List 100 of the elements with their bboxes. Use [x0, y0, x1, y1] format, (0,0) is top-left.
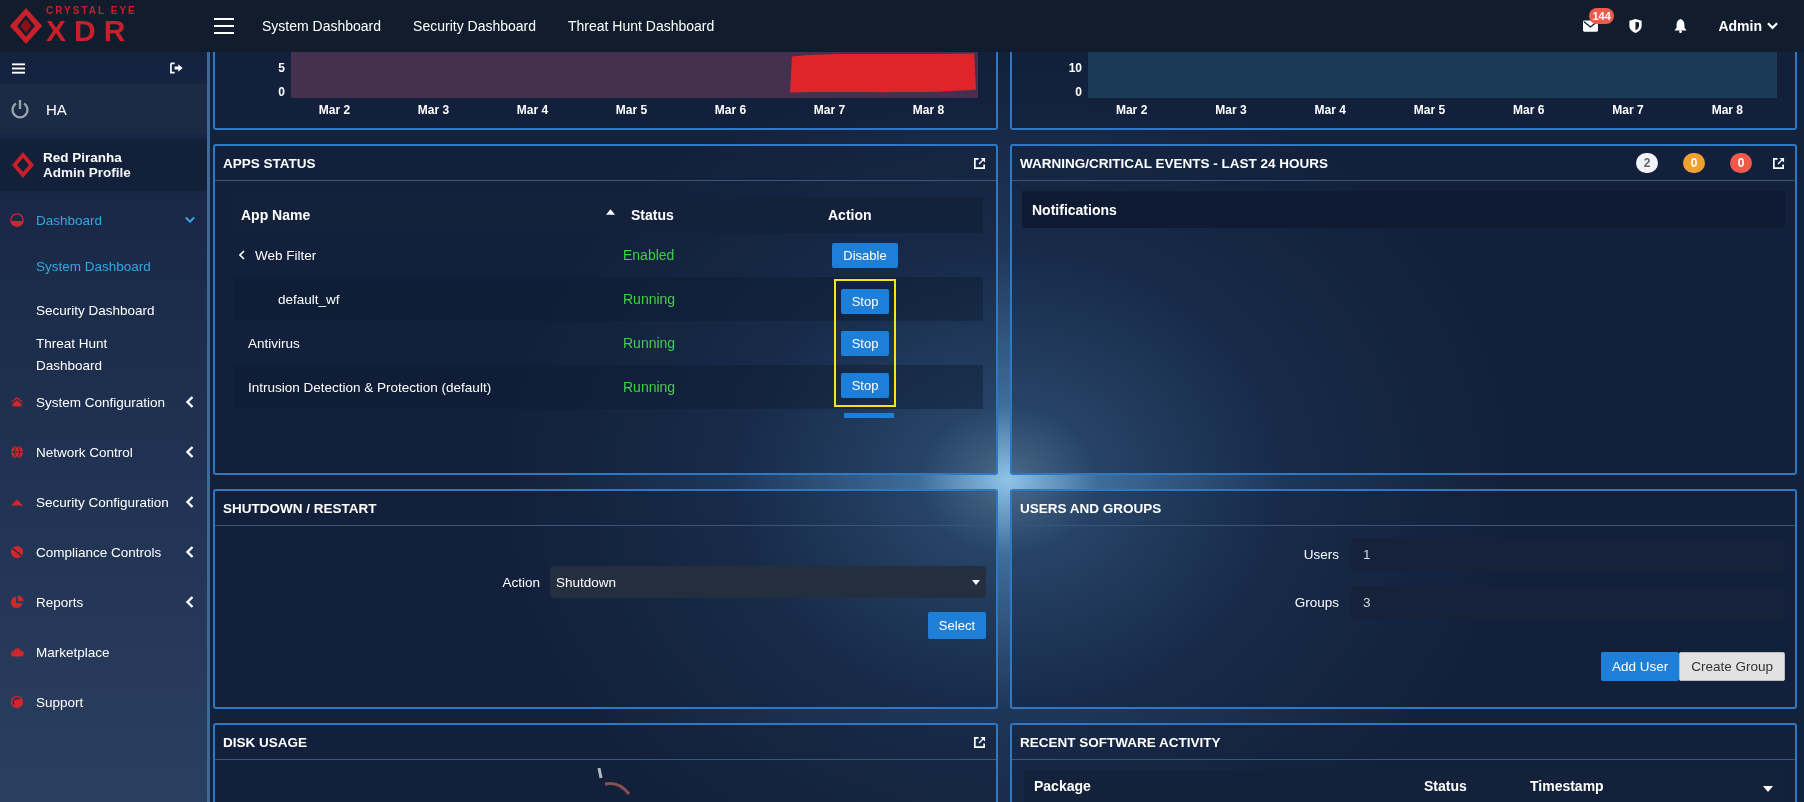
chevron-down-icon: [185, 214, 195, 226]
external-link-icon[interactable]: [973, 735, 986, 749]
count-badge: 2: [1636, 153, 1658, 173]
caret-icon[interactable]: [1763, 786, 1773, 792]
user-menu[interactable]: Admin: [1718, 18, 1778, 34]
sidebar-item[interactable]: System Configuration: [0, 377, 207, 427]
app-name: Web Filter: [255, 247, 317, 263]
menu-icon[interactable]: [12, 62, 25, 74]
panel-title: USERS AND GROUPS: [1020, 500, 1163, 516]
app-action-button[interactable]: Stop: [840, 372, 890, 398]
column-header[interactable]: Action: [788, 197, 983, 233]
column-header[interactable]: Package: [1024, 778, 1424, 794]
axis-label: Mar 3: [1215, 103, 1247, 117]
count-badge: 0: [1730, 153, 1752, 173]
field-label: Users: [1303, 547, 1339, 562]
panel-title: WARNING/CRITICAL EVENTS - LAST 24 HOURS: [1020, 155, 1330, 171]
menu-item-icon: [10, 395, 24, 409]
create-button[interactable]: Create Group: [1679, 652, 1785, 681]
app-name: Antivirus: [247, 335, 300, 351]
axis-label: 0: [278, 86, 285, 98]
chevron-left-icon[interactable]: [239, 250, 245, 260]
app-status: Running: [623, 379, 676, 395]
axis-label: Mar 7: [813, 103, 846, 117]
menu-item-icon: [10, 645, 24, 659]
axis-label: Mar 5: [615, 103, 648, 117]
sidebar-subitem[interactable]: System Dashboard: [0, 245, 207, 289]
shield-icon[interactable]: [1628, 19, 1644, 33]
axis-label: Mar 3: [417, 103, 450, 117]
panel-title: RECENT SOFTWARE ACTIVITY: [1020, 734, 1222, 750]
count-badge: 0: [1683, 153, 1705, 173]
nav-link[interactable]: Security Dashboard: [413, 18, 536, 34]
menu-item-icon: [10, 213, 24, 227]
axis-label: 5: [278, 62, 285, 74]
add-button[interactable]: Add User: [1600, 652, 1680, 681]
axis-label: 0: [1075, 86, 1082, 98]
axis-label: Mar 2: [318, 103, 351, 117]
caret-icon: [1767, 22, 1778, 30]
select-button[interactable]: Select: [927, 612, 986, 639]
bell-icon[interactable]: [1673, 19, 1689, 33]
sidebar-subitem[interactable]: Threat Hunt Dashboard: [0, 333, 207, 377]
app-name: Intrusion Detection & Protection (default): [247, 379, 492, 395]
panel-title: APPS STATUS: [223, 155, 317, 171]
chevron-left-icon: [185, 596, 195, 608]
chevron-left-icon: [185, 446, 195, 458]
axis-label: Mar 4: [516, 103, 549, 117]
sidebar-item[interactable]: Compliance Controls: [0, 527, 207, 577]
panel-title: DISK USAGE: [223, 734, 308, 750]
panel-title: SHUTDOWN / RESTART: [223, 500, 378, 516]
axis-label: Mar 6: [1513, 103, 1545, 117]
sidebar-item[interactable]: Marketplace: [0, 627, 207, 677]
axis-label: 10: [1068, 62, 1082, 74]
caret-icon: [972, 579, 980, 585]
logo-tagline: CRYSTAL EYE: [46, 6, 137, 16]
app-status: Enabled: [623, 247, 675, 263]
field-label: Action: [502, 574, 540, 590]
column-header[interactable]: Status: [1424, 778, 1530, 794]
axis-label: Mar 8: [912, 103, 945, 117]
app-status: Running: [623, 291, 676, 307]
app-name: default_wf: [277, 291, 340, 307]
sidebar-item[interactable]: Network Control: [0, 427, 207, 477]
nav-link[interactable]: System Dashboard: [262, 18, 382, 34]
logout-icon[interactable]: [170, 62, 183, 74]
chevron-left-icon: [185, 396, 195, 408]
sort-icon: [606, 209, 615, 215]
action-dropdown[interactable]: Shutdown: [550, 566, 986, 598]
list-header: Notifications: [1022, 191, 1785, 228]
ha-label: HA: [46, 100, 67, 118]
menu-item-icon: [10, 545, 24, 559]
axis-label: Mar 2: [1115, 103, 1148, 117]
app-action-button[interactable]: Stop: [840, 330, 890, 356]
axis-label: Mar 5: [1413, 103, 1446, 117]
notification-badge: 144: [1589, 8, 1614, 24]
nav-link[interactable]: Threat Hunt Dashboard: [568, 18, 715, 34]
power-icon: [10, 99, 30, 119]
profile-role: Admin Profile: [43, 165, 131, 180]
logo-icon: [11, 151, 35, 179]
external-link-icon[interactable]: [1772, 156, 1785, 170]
sidebar-item[interactable]: Dashboard: [0, 195, 207, 245]
sidebar-item[interactable]: Support: [0, 677, 207, 727]
axis-label: Mar 6: [714, 103, 747, 117]
sidebar-item[interactable]: Security Configuration: [0, 477, 207, 527]
app-status: Running: [623, 335, 676, 351]
chevron-left-icon: [185, 546, 195, 558]
external-link-icon[interactable]: [973, 156, 986, 170]
axis-label: Mar 4: [1314, 103, 1346, 117]
menu-item-icon: [10, 695, 24, 709]
profile-name: Red Piranha: [43, 150, 123, 165]
axis-label: Mar 7: [1612, 103, 1644, 117]
field-label: Groups: [1294, 595, 1339, 610]
app-action-button[interactable]: Disable: [832, 242, 898, 268]
menu-item-icon: [10, 445, 24, 459]
menu-icon[interactable]: [214, 18, 234, 34]
logo-wordmark: XDR: [46, 16, 135, 46]
chevron-left-icon: [185, 496, 195, 508]
axis-label: Mar 8: [1711, 103, 1743, 117]
column-header[interactable]: Timestamp: [1530, 778, 1604, 794]
sidebar-item[interactable]: Reports: [0, 577, 207, 627]
menu-item-icon: [10, 595, 24, 609]
app-action-button[interactable]: Stop: [840, 288, 890, 314]
sidebar-subitem[interactable]: Security Dashboard: [0, 289, 207, 333]
